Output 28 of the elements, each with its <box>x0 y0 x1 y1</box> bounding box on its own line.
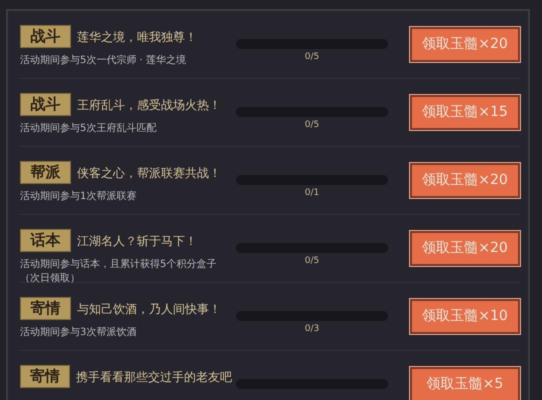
task-description: 活动期间参与1次帮派联赛 <box>20 190 138 204</box>
progress-count: 0/3 <box>304 323 320 336</box>
task-title: 莲华之境，唯我独尊！ <box>77 28 197 46</box>
claim-button[interactable]: 领取玉髓×15 <box>410 95 520 130</box>
progress-count: 0/5 <box>304 255 320 268</box>
task-description: 活动期间参与5次王府乱斗匹配 <box>20 122 158 136</box>
progress-count: 0/1 <box>304 187 320 200</box>
category-tag: 战斗 <box>20 93 71 116</box>
claim-button[interactable]: 领取玉髓×20 <box>410 27 520 62</box>
category-tag: 帮派 <box>20 161 71 184</box>
task-title: 王府乱斗，感受战场火热！ <box>77 96 221 114</box>
claim-button[interactable]: 领取玉髓×5 <box>410 367 520 400</box>
task-description: 活动期间参与话本，且累计获得5个积分盒子（次日领取） <box>20 258 218 286</box>
category-tag: 寄情 <box>20 365 70 388</box>
claim-button[interactable]: 领取玉髓×20 <box>410 163 520 198</box>
progress-count: 0/5 <box>304 51 320 64</box>
category-tag: 寄情 <box>20 297 71 320</box>
task-title: 江湖名人？斩于马下！ <box>77 232 197 250</box>
task-title: 侠客之心，帮派联赛共战！ <box>77 164 221 182</box>
task-description: 活动期间参与5次一代宗师 · 莲华之境 <box>20 54 187 68</box>
category-tag: 话本 <box>20 229 71 252</box>
claim-button[interactable]: 领取玉髓×20 <box>410 231 520 266</box>
claim-button[interactable]: 领取玉髓×10 <box>410 299 520 334</box>
progress-count: 0/5 <box>304 119 320 132</box>
task-title: 携手看看那些交过手的老友吧 <box>76 368 232 386</box>
task-description: 活动期间参与3次帮派饮酒 <box>20 326 138 340</box>
task-title: 与知己饮酒，乃人间快事！ <box>77 300 221 318</box>
category-tag: 战斗 <box>20 25 71 48</box>
